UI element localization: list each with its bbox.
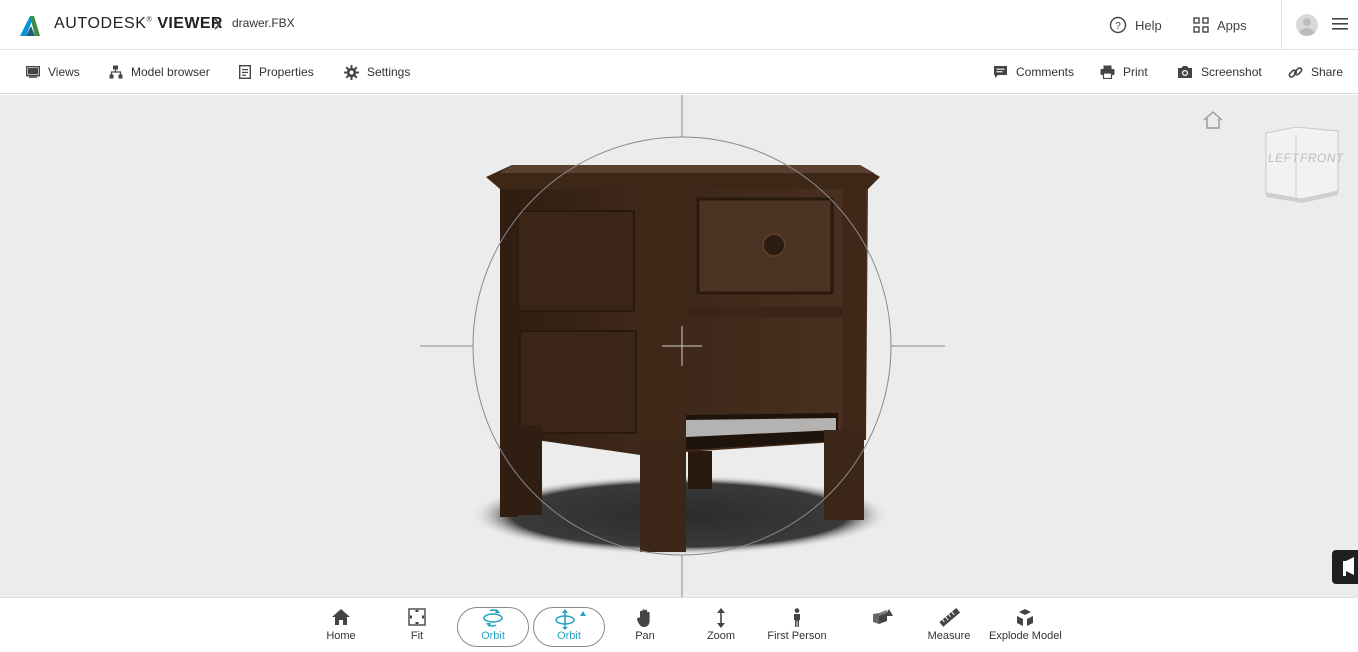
pan-tool-label: Pan [635, 630, 655, 642]
zoom-icon [717, 608, 725, 628]
header-divider [1281, 0, 1282, 50]
chevron-right-icon [214, 18, 222, 30]
share-label: Share [1311, 65, 1344, 79]
fit-tool-label: Fit [410, 630, 424, 642]
view-cube-front-face[interactable]: FRONT [1300, 151, 1344, 165]
model-render[interactable] [0, 95, 1358, 597]
user-avatar[interactable] [1296, 14, 1318, 36]
orbit-icon [483, 609, 503, 627]
properties-label: Properties [259, 65, 314, 79]
apps-grid-icon [1193, 17, 1209, 33]
help-button[interactable]: ? Help [1109, 14, 1162, 36]
home-tool-label: Home [326, 630, 356, 642]
apps-button[interactable]: Apps [1193, 14, 1247, 36]
link-icon [1288, 66, 1303, 78]
viewcube-home-icon[interactable] [1202, 110, 1224, 130]
explode-model-tool-label: Explode Model [989, 630, 1062, 642]
zoom-tool[interactable]: Zoom [685, 608, 757, 648]
help-label: Help [1135, 17, 1162, 33]
comment-icon [994, 66, 1007, 78]
orbit-tool-label: Orbit [481, 630, 505, 642]
view-cube[interactable]: LEFT FRONT [1262, 126, 1344, 205]
explode-cube-icon [1017, 609, 1033, 626]
print-button[interactable]: Print [1100, 63, 1148, 81]
measure-tool[interactable]: Measure [913, 607, 985, 648]
flyout-triangle-icon[interactable] [580, 611, 586, 616]
hand-icon [636, 609, 650, 627]
navigation-toolbar: Home Fit Orbit Orbit Pan Zoom First Pers… [0, 597, 1358, 652]
settings-label: Settings [367, 65, 411, 79]
orbit-mode-tool-label: Orbit [557, 630, 581, 642]
free-orbit-icon [555, 609, 586, 630]
zoom-tool-label: Zoom [706, 630, 736, 642]
view-cube-graphic [1265, 126, 1339, 203]
person-icon [794, 608, 800, 627]
properties-button[interactable]: Properties [239, 63, 314, 81]
app-title: AUTODESK® VIEWER [54, 15, 223, 32]
app-header: AUTODESK® VIEWER drawer.FBX ? Help Apps [0, 0, 1358, 50]
feedback-button[interactable] [1332, 550, 1358, 584]
view-cube-left-face[interactable]: LEFT [1268, 151, 1299, 165]
camera-icon [1178, 66, 1192, 78]
screenshot-button[interactable]: Screenshot [1177, 63, 1262, 81]
comments-button[interactable]: Comments [993, 63, 1074, 81]
home-tool[interactable]: Home [305, 608, 377, 648]
pan-tool[interactable]: Pan [609, 608, 681, 648]
settings-button[interactable]: Settings [344, 63, 410, 81]
hamburger-menu-icon[interactable] [1332, 17, 1348, 31]
explode-model-tool[interactable]: Explode Model [989, 608, 1062, 648]
print-label: Print [1123, 65, 1148, 79]
viewer-toolbar: Views Model browser Properties Settings … [0, 51, 1358, 94]
measure-tool-label: Measure [927, 630, 971, 642]
home-icon [332, 609, 350, 625]
fit-tool[interactable]: Fit [381, 608, 453, 648]
orbit-mode-tool[interactable]: Orbit [533, 607, 605, 647]
fit-to-view-icon [408, 608, 426, 626]
printer-icon [1100, 65, 1115, 79]
views-button[interactable]: Views [26, 63, 80, 81]
orbit-tool[interactable]: Orbit [457, 607, 529, 647]
gear-icon [344, 64, 359, 80]
screenshot-label: Screenshot [1201, 65, 1262, 79]
section-cube-icon [873, 609, 893, 624]
hierarchy-icon [109, 65, 123, 79]
model-browser-button[interactable]: Model browser [109, 63, 210, 81]
comments-label: Comments [1016, 65, 1075, 79]
share-button[interactable]: Share [1288, 63, 1343, 81]
model-browser-label: Model browser [131, 65, 210, 79]
section-analysis-tool[interactable] [837, 608, 909, 648]
megaphone-icon [1343, 557, 1354, 576]
document-icon [239, 65, 251, 79]
first-person-tool[interactable]: First Person [761, 608, 833, 648]
user-icon [1299, 18, 1315, 36]
file-name: drawer.FBX [232, 16, 295, 30]
help-icon: ? [1109, 16, 1127, 34]
autodesk-logo-icon[interactable] [18, 13, 42, 37]
3d-viewport[interactable]: LEFT FRONT [0, 95, 1358, 597]
ruler-icon [939, 607, 961, 627]
svg-text:?: ? [1115, 21, 1121, 32]
apps-label: Apps [1217, 17, 1247, 33]
first-person-tool-label: First Person [767, 630, 827, 642]
monitor-icon [26, 66, 40, 78]
views-label: Views [48, 65, 80, 79]
